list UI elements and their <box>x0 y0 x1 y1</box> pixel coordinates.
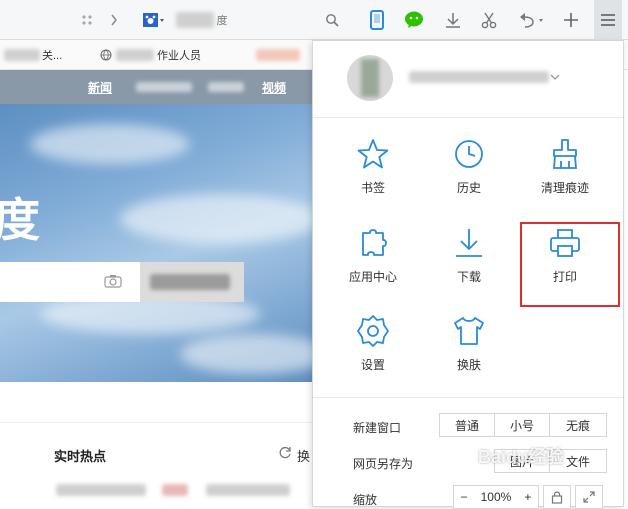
menu-item-label: 下载 <box>456 270 481 284</box>
refresh-label[interactable]: 换 <box>297 446 310 465</box>
wechat-icon[interactable] <box>402 0 426 40</box>
menu-item-app-center[interactable]: 应用中心 <box>333 226 413 306</box>
zoom-out-button[interactable]: − <box>461 490 468 504</box>
blurred-hot-item <box>206 484 290 496</box>
hero-background: 度 <box>0 104 312 382</box>
clock-icon <box>455 140 483 168</box>
zoom-label: 缩放 <box>353 493 378 507</box>
download-icon[interactable] <box>442 0 464 40</box>
zoom-in-button[interactable]: + <box>524 490 531 504</box>
browser-toolbar: 度 <box>0 0 628 40</box>
menu-item-label: 书签 <box>360 181 385 195</box>
phone-icon[interactable] <box>366 0 388 40</box>
star-icon <box>357 139 389 169</box>
new-tab-icon[interactable] <box>560 0 582 40</box>
puzzle-icon <box>362 229 387 256</box>
menu-item-label: 设置 <box>360 358 385 372</box>
menu-item-bookmarks[interactable]: 书签 <box>333 137 413 217</box>
search-input[interactable] <box>0 262 244 302</box>
blurred-nav <box>208 82 244 92</box>
menu-item-label: 历史 <box>456 181 481 195</box>
bookmark-item-1[interactable]: 关... <box>42 40 62 70</box>
lock-icon <box>551 491 563 504</box>
lock-zoom-button[interactable] <box>543 485 571 509</box>
search-button[interactable] <box>140 262 244 302</box>
menu-icon[interactable] <box>594 0 622 40</box>
blurred-bookmark <box>116 49 154 61</box>
nav-link-news[interactable]: 新闻 <box>88 70 112 104</box>
menu-item-settings[interactable]: 设置 <box>333 314 413 394</box>
grid-icon[interactable] <box>78 0 96 40</box>
search-icon[interactable] <box>322 0 342 40</box>
zoom-control: − 100% + <box>453 485 539 509</box>
blurred-hot-item <box>162 484 188 496</box>
chevron-down-icon[interactable] <box>549 69 561 87</box>
refresh-icon[interactable] <box>278 446 292 465</box>
bookmark-item-2[interactable]: 作业人员 <box>157 40 201 70</box>
fullscreen-button[interactable] <box>575 485 603 509</box>
new-window-incognito-button[interactable]: 无痕 <box>549 413 607 437</box>
page-nav-bar: 新闻 视频 <box>0 70 312 104</box>
undo-icon[interactable] <box>514 0 548 40</box>
new-window-small-button[interactable]: 小号 <box>494 413 550 437</box>
new-window-normal-button[interactable]: 普通 <box>439 413 495 437</box>
download-icon <box>456 229 482 257</box>
menu-item-clear-traces[interactable]: 清理痕迹 <box>525 137 605 217</box>
forward-icon[interactable] <box>106 0 122 40</box>
globe-icon <box>100 40 112 70</box>
blurred-bookmark <box>256 49 300 61</box>
menu-item-history[interactable]: 历史 <box>429 137 509 217</box>
tab-title: 度 <box>216 15 228 27</box>
blurred-username <box>409 71 549 83</box>
menu-item-skin[interactable]: 换肤 <box>429 314 509 394</box>
nav-link-video[interactable]: 视频 <box>262 70 286 104</box>
blurred-hot-item <box>56 484 146 496</box>
menu-item-downloads[interactable]: 下载 <box>429 226 509 306</box>
blurred-tab-title <box>176 12 214 28</box>
hero-logo-text: 度 <box>0 194 40 246</box>
blurred-nav <box>136 82 192 92</box>
new-window-label: 新建窗口 <box>353 421 402 435</box>
menu-item-label: 应用中心 <box>348 270 397 284</box>
print-highlight-box <box>520 222 620 307</box>
save-as-label: 网页另存为 <box>353 457 414 471</box>
zoom-value: 100% <box>480 490 512 504</box>
camera-icon[interactable] <box>104 274 122 293</box>
blurred-bookmark <box>4 49 40 61</box>
menu-item-label: 换肤 <box>456 358 481 372</box>
menu-item-label: 清理痕迹 <box>540 181 589 195</box>
broom-icon <box>553 139 577 169</box>
shirt-icon <box>454 317 484 345</box>
hot-topics-title: 实时热点 <box>54 449 107 464</box>
baidu-jingyan-watermark: Baidu经验 <box>478 447 565 467</box>
baidu-icon[interactable] <box>142 0 168 40</box>
scissors-icon[interactable] <box>478 0 500 40</box>
expand-icon <box>583 491 595 503</box>
avatar[interactable] <box>347 55 393 101</box>
gear-icon <box>357 315 389 347</box>
